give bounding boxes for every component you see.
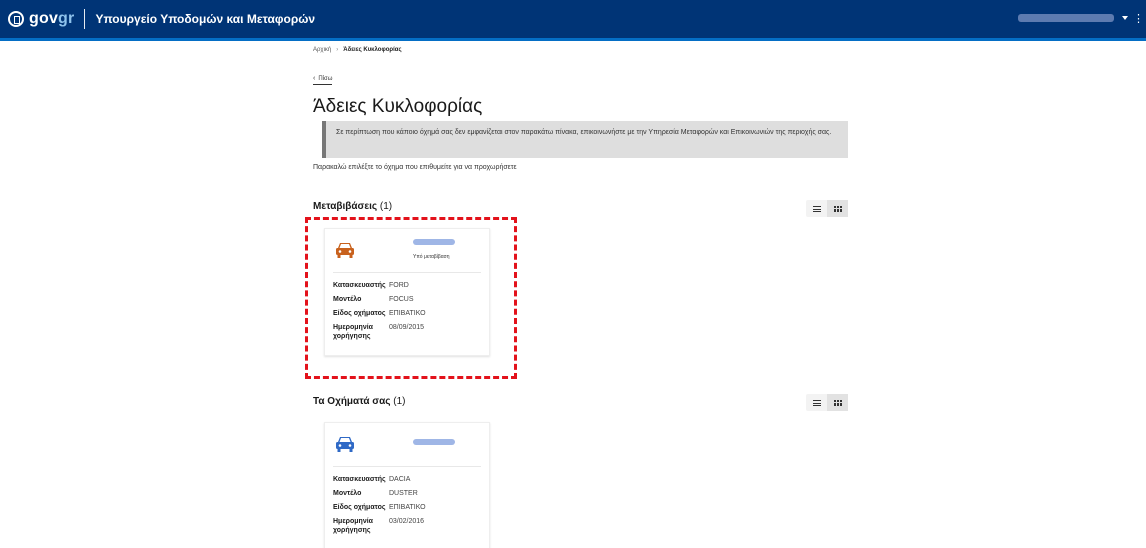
logo-gr-text: gr [58,10,75,27]
breadcrumb: Αρχική › Άδειες Κυκλοφορίας [313,47,402,53]
section-title-transfers: Μεταβιβάσεις (1) [313,201,392,212]
grid-icon [833,399,842,406]
detail-value: FOCUS [389,296,414,303]
detail-value: ΕΠΙΒΑΤΙΚΟ [389,310,426,317]
section-title-label: Τα Οχήματά σας [313,396,391,407]
ministry-name: Υπουργείο Υποδομών και Μεταφορών [95,12,316,26]
detail-value: FORD [389,282,409,289]
card-header: Υπό μεταβίβαση [333,229,481,273]
section-count: (1) [393,396,406,407]
top-header: govgr Υπουργείο Υποδομών και Μεταφορών ⋮ [0,0,1146,38]
detail-row: Ημερομηνία χορήγησης 08/09/2015 [333,323,481,341]
grid-view-button[interactable] [827,394,848,411]
section-title-vehicles: Τα Οχήματά σας (1) [313,396,406,407]
view-toggle-vehicles [806,394,848,411]
detail-row: Είδος οχήματος ΕΠΙΒΑΤΙΚΟ [333,309,481,318]
detail-row: Κατασκευαστής FORD [333,281,481,290]
car-icon [336,437,354,452]
vehicle-card-owned[interactable]: Κατασκευαστής DACIA Μοντέλο DUSTER Είδος ο… [324,422,490,548]
detail-key: Μοντέλο [333,296,362,303]
detail-key: Είδος οχήματος [333,504,386,511]
detail-row: Μοντέλο FOCUS [333,295,481,304]
grid-view-button[interactable] [827,200,848,217]
plate-number-redacted [413,439,455,445]
breadcrumb-home[interactable]: Αρχική [313,47,331,53]
card-header [333,423,481,467]
back-link-label: Πίσω [318,75,333,82]
car-icon [336,243,354,258]
info-notice: Σε περίπτωση που κάποιο όχημά σας δεν εμ… [322,121,848,158]
detail-key: Κατασκευαστής [333,282,386,289]
card-details: Κατασκευαστής FORD Μοντέλο FOCUS Είδος οχή… [325,273,489,354]
breadcrumb-current: Άδειες Κυκλοφορίας [343,47,402,53]
list-view-button[interactable] [806,394,827,411]
detail-key: Ημερομηνία χορήγησης [333,518,373,534]
section-title-label: Μεταβιβάσεις [313,201,378,212]
logo-gov-text: gov [29,10,59,27]
view-toggle-transfers [806,200,848,217]
chevron-down-icon [1122,16,1128,20]
user-menu[interactable] [1018,14,1128,22]
plate-number-redacted [413,239,455,245]
section-count: (1) [379,201,393,212]
chevron-left-icon: ‹ [313,75,316,82]
vehicle-card-transfer[interactable]: Υπό μεταβίβαση Κατασκευαστής FORD Μοντέλο… [324,228,490,356]
detail-row: Κατασκευαστής DACIA [333,475,481,484]
detail-value: 03/02/2016 [389,518,425,525]
detail-row: Είδος οχήματος ΕΠΙΒΑΤΙΚΟ [333,503,481,512]
detail-key: Είδος οχήματος [333,310,386,317]
detail-key: Κατασκευαστής [333,476,386,483]
more-icon: ⋮ [1133,13,1144,25]
card-details: Κατασκευαστής DACIA Μοντέλο DUSTER Είδος ο… [325,467,489,548]
govgr-logo[interactable]: govgr [29,10,74,28]
detail-value: DUSTER [389,490,418,497]
detail-value: ΕΠΙΒΑΤΙΚΟ [389,504,426,511]
detail-value: 08/09/2015 [389,324,425,331]
list-view-button[interactable] [806,200,827,217]
breadcrumb-separator: › [336,47,339,53]
instructions-text: Παρακαλώ επιλέξτε το όχημα που επιθυμείτ… [313,164,517,171]
detail-row: Μοντέλο DUSTER [333,489,481,498]
card-status: Υπό μεταβίβαση [413,254,450,260]
detail-value: DACIA [389,476,411,483]
detail-row: Ημερομηνία χορήγησης 03/02/2016 [333,517,481,535]
grid-icon [833,205,842,212]
list-icon [812,399,821,406]
back-link[interactable]: ‹ Πίσω [313,75,333,85]
header-stripe [0,38,1146,41]
detail-key: Μοντέλο [333,490,362,497]
header-divider [84,9,86,29]
list-icon [812,205,821,212]
page-title: Άδειες Κυκλοφορίας [313,96,483,117]
detail-key: Ημερομηνία χορήγησης [333,324,373,340]
emblem-icon [8,11,24,27]
user-name-redacted [1018,14,1114,22]
